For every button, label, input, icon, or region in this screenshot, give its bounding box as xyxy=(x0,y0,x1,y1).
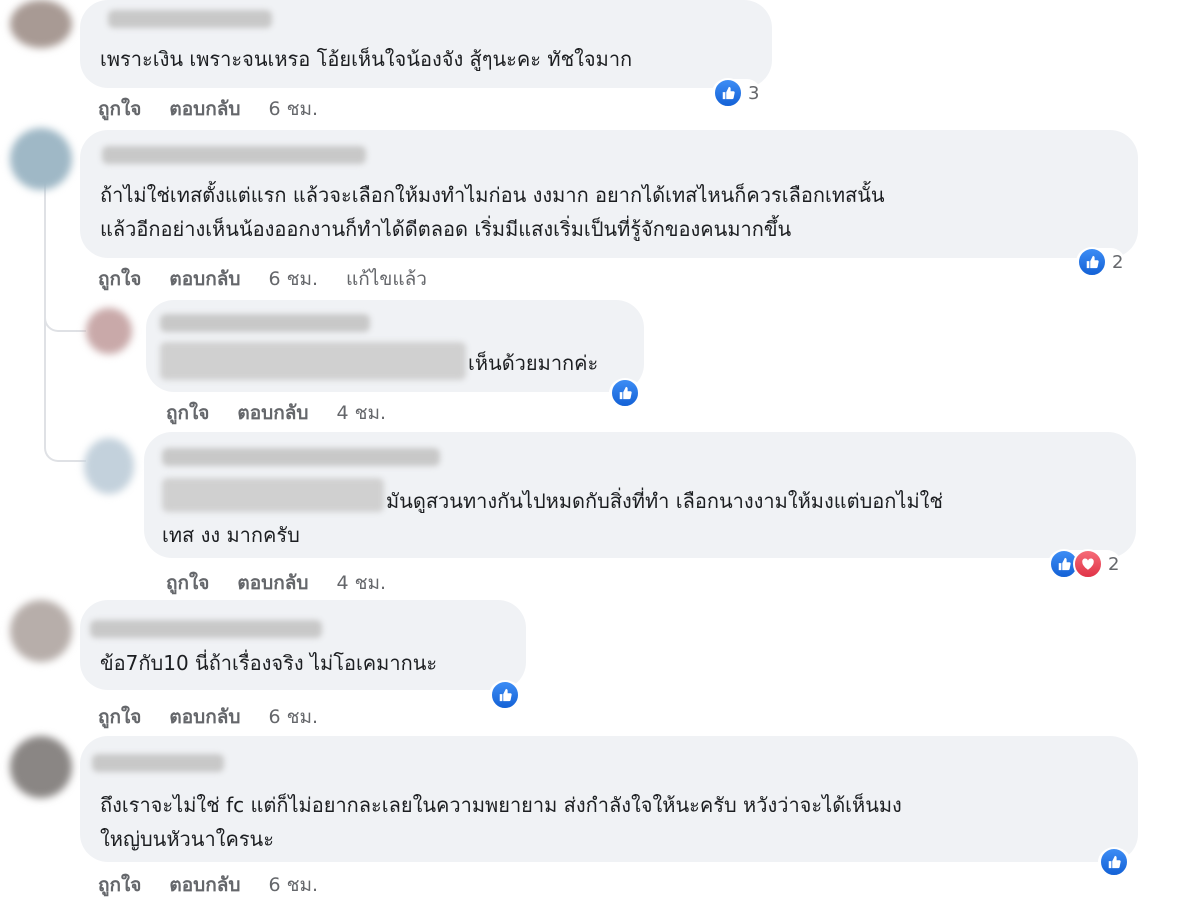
reply-bubble: มันดูสวนทางกันไปหมดกับสิ่งที่ทำ เลือกนาง… xyxy=(144,432,1136,558)
avatar[interactable] xyxy=(10,128,72,190)
heart-icon xyxy=(1073,549,1103,579)
timestamp[interactable]: 4 ชม. xyxy=(336,398,386,428)
thumbs-up-icon xyxy=(713,78,743,108)
comment-text: เห็นด้วยมากค่ะ xyxy=(468,351,599,375)
avatar[interactable] xyxy=(86,308,132,354)
reaction-summary[interactable] xyxy=(609,378,642,408)
avatar[interactable] xyxy=(10,0,72,48)
reply-link[interactable]: ตอบกลับ xyxy=(169,702,240,732)
reply-link[interactable]: ตอบกลับ xyxy=(169,94,240,124)
reaction-summary[interactable] xyxy=(1098,847,1131,877)
commenter-name[interactable] xyxy=(108,10,272,28)
timestamp[interactable]: 6 ชม. xyxy=(268,94,318,124)
comment-bubble: เพราะเงิน เพราะจนเหรอ โอ้ยเห็นใจน้องจัง … xyxy=(80,0,772,88)
avatar[interactable] xyxy=(84,438,134,494)
commenter-name[interactable] xyxy=(162,478,384,512)
thumbs-up-icon xyxy=(1099,847,1129,877)
reaction-count: 2 xyxy=(1112,251,1124,273)
like-link[interactable]: ถูกใจ xyxy=(98,94,141,124)
comment-text: ถึงเราจะไม่ใช่ fc แต่ก็ไม่อยากละเลยในควา… xyxy=(100,793,902,851)
edited-label[interactable]: แก้ไขแล้ว xyxy=(346,264,427,294)
commenter-name[interactable] xyxy=(90,620,322,638)
comment-bubble: ข้อ7กับ10 นี่ถ้าเรื่องจริง ไม่โอเคมากนะ xyxy=(80,600,526,690)
timestamp[interactable]: 6 ชม. xyxy=(268,702,318,732)
reaction-summary[interactable]: 3 xyxy=(712,78,762,108)
comment-actions: ถูกใจ ตอบกลับ 4 ชม. xyxy=(166,398,386,428)
comment-text: เพราะเงิน เพราะจนเหรอ โอ้ยเห็นใจน้องจัง … xyxy=(100,47,633,71)
reply-link[interactable]: ตอบกลับ xyxy=(169,264,240,294)
avatar[interactable] xyxy=(10,736,72,798)
avatar[interactable] xyxy=(10,600,72,662)
like-link[interactable]: ถูกใจ xyxy=(98,702,141,732)
reply-link[interactable]: ตอบกลับ xyxy=(169,870,240,900)
reaction-count: 3 xyxy=(748,82,760,104)
commenter-name[interactable] xyxy=(160,342,466,380)
comment-actions: ถูกใจ ตอบกลับ 6 ชม. xyxy=(98,870,318,900)
thumbs-up-icon xyxy=(610,378,640,408)
reply-bubble: เห็นด้วยมากค่ะ xyxy=(146,300,644,392)
like-link[interactable]: ถูกใจ xyxy=(166,568,209,598)
commenter-name[interactable] xyxy=(102,146,366,164)
commenter-name[interactable] xyxy=(162,448,440,466)
reaction-summary[interactable]: 2 xyxy=(1048,549,1122,579)
comment-actions: ถูกใจ ตอบกลับ 6 ชม. แก้ไขแล้ว xyxy=(98,264,427,294)
timestamp[interactable]: 4 ชม. xyxy=(336,568,386,598)
like-link[interactable]: ถูกใจ xyxy=(166,398,209,428)
comment-text: ถ้าไม่ใช่เทสตั้งแต่แรก แล้วจะเลือกให้มงท… xyxy=(100,183,885,241)
commenter-name[interactable] xyxy=(92,754,224,772)
comment-actions: ถูกใจ ตอบกลับ 6 ชม. xyxy=(98,94,318,124)
reply-link[interactable]: ตอบกลับ xyxy=(237,398,308,428)
reaction-count: 2 xyxy=(1108,553,1120,575)
like-link[interactable]: ถูกใจ xyxy=(98,264,141,294)
timestamp[interactable]: 6 ชม. xyxy=(268,264,318,294)
thread-line xyxy=(44,180,46,320)
comment-text: เทส งง มากครับ xyxy=(162,523,300,547)
comment-bubble: ถึงเราจะไม่ใช่ fc แต่ก็ไม่อยากละเลยในควา… xyxy=(80,736,1138,862)
reaction-summary[interactable] xyxy=(489,680,522,710)
thumbs-up-icon xyxy=(490,680,520,710)
comment-text: ข้อ7กับ10 นี่ถ้าเรื่องจริง ไม่โอเคมากนะ xyxy=(100,651,438,675)
like-link[interactable]: ถูกใจ xyxy=(98,870,141,900)
comment-actions: ถูกใจ ตอบกลับ 4 ชม. xyxy=(166,568,386,598)
comment-bubble: ถ้าไม่ใช่เทสตั้งแต่แรก แล้วจะเลือกให้มงท… xyxy=(80,130,1138,258)
commenter-name[interactable] xyxy=(160,314,370,332)
reaction-summary[interactable]: 2 xyxy=(1076,247,1126,277)
thumbs-up-icon xyxy=(1077,247,1107,277)
thread-connector xyxy=(44,320,86,462)
comment-actions: ถูกใจ ตอบกลับ 6 ชม. xyxy=(98,702,318,732)
comment-text: มันดูสวนทางกันไปหมดกับสิ่งที่ทำ เลือกนาง… xyxy=(386,489,943,513)
reply-link[interactable]: ตอบกลับ xyxy=(237,568,308,598)
timestamp[interactable]: 6 ชม. xyxy=(268,870,318,900)
